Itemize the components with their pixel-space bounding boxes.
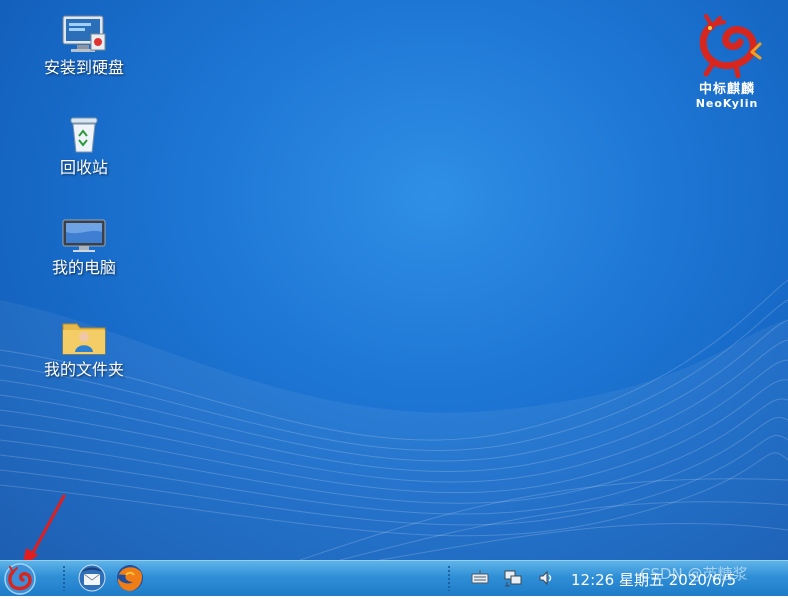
desktop-icon-install[interactable]: 安装到硬盘: [44, 14, 124, 77]
logo-english-text: NeoKylin: [695, 97, 759, 110]
thunderbird-launcher[interactable]: [76, 563, 108, 593]
desktop-icon-label: 我的文件夹: [44, 360, 125, 379]
start-button[interactable]: [2, 562, 38, 595]
keyboard-icon: [471, 570, 489, 584]
desktop-icon-my-folder[interactable]: 我的文件夹: [44, 318, 124, 379]
desktop-icon-label: 回收站: [59, 158, 108, 177]
firefox-launcher[interactable]: [114, 563, 146, 593]
tray-keyboard[interactable]: [470, 568, 490, 588]
kylin-start-icon: [4, 563, 36, 595]
desktop-icon-label: 安装到硬盘: [44, 58, 125, 77]
tray-volume[interactable]: [536, 568, 556, 588]
volume-icon: [539, 570, 552, 586]
desktop-icon-recycle-bin[interactable]: 回收站: [44, 116, 124, 177]
thunderbird-icon: [78, 564, 106, 592]
desktop[interactable]: 安装到硬盘 回收站 我的电脑 我的文件夹 中标麒麟 NeoKylin: [0, 0, 788, 560]
tray-network[interactable]: [503, 568, 523, 588]
firefox-icon: [117, 565, 143, 591]
computer-icon: [62, 219, 106, 252]
logo-chinese-text: 中标麒麟: [698, 82, 755, 97]
neokylin-logo: 中标麒麟 NeoKylin: [682, 14, 772, 110]
desktop-icon-my-computer[interactable]: 我的电脑: [44, 218, 124, 277]
csdn-watermark: CSDN @芮糖浆: [640, 565, 748, 583]
wallpaper-waves: [0, 279, 788, 560]
desktop-icon-label: 我的电脑: [51, 258, 116, 277]
user-folder-icon: [62, 323, 106, 355]
network-icon: [504, 570, 522, 587]
kylin-logo-icon: [699, 14, 762, 79]
recycle-bin-icon: [70, 117, 98, 153]
taskbar-handle[interactable]: [62, 565, 66, 591]
tray-handle[interactable]: [447, 565, 451, 591]
install-to-disk-icon: [62, 15, 106, 52]
